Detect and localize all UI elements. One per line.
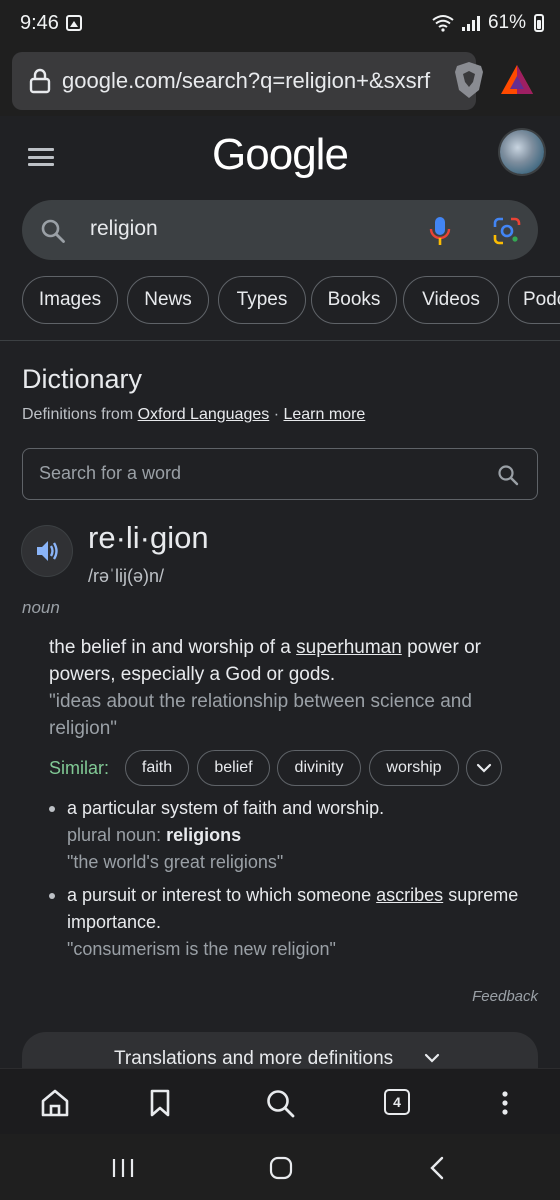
superhuman-link[interactable]: superhuman <box>296 637 402 658</box>
gallery-notification-icon <box>66 15 82 31</box>
phonetic: /rəˈlij(ə)n/ <box>88 566 165 586</box>
divider <box>0 340 560 341</box>
feedback-link[interactable]: Feedback <box>472 988 538 1005</box>
chevron-down-icon <box>424 1053 440 1063</box>
chip-news[interactable]: News <box>127 276 209 324</box>
dictionary-title: Dictionary <box>22 364 143 394</box>
chip-images[interactable]: Images <box>22 276 118 324</box>
home-button-icon[interactable] <box>268 1156 294 1180</box>
pronunciation-button[interactable] <box>22 526 72 576</box>
definition-3: a pursuit or interest to which someone a… <box>49 882 519 963</box>
back-icon[interactable] <box>426 1156 450 1180</box>
google-header: Google <box>0 116 560 196</box>
google-lens-icon[interactable] <box>492 216 522 246</box>
definition-2-example: "the world's great religions" <box>67 852 284 872</box>
word-search-field[interactable]: Search for a word <box>22 448 538 500</box>
bookmark-icon[interactable] <box>140 1083 180 1123</box>
browser-toolbar: google.com/search?q=religion+&sxsrf <box>0 46 560 116</box>
ascribes-link[interactable]: ascribes <box>376 885 443 905</box>
system-navigation-bar <box>0 1134 560 1200</box>
speaker-icon <box>37 541 58 561</box>
wifi-icon <box>432 15 454 32</box>
search-input[interactable]: religion <box>90 217 158 241</box>
search-icon[interactable] <box>260 1083 300 1123</box>
definition-2: a particular system of faith and worship… <box>49 795 519 876</box>
headword: re·li·gion <box>88 520 209 555</box>
more-options-icon[interactable] <box>485 1083 525 1123</box>
word-search-placeholder[interactable]: Search for a word <box>39 463 181 484</box>
definition-1-example: "ideas about the relationship between sc… <box>49 691 472 739</box>
chip-videos[interactable]: Videos <box>403 276 499 324</box>
search-filter-chips: Images News Types Books Videos Podc <box>22 276 560 328</box>
tabs-button[interactable]: 4 <box>378 1083 418 1123</box>
battery-icon <box>534 14 544 32</box>
definition-3-example: "consumerism is the new religion" <box>67 939 336 959</box>
tab-count[interactable]: 4 <box>384 1089 410 1115</box>
brave-shields-icon[interactable] <box>452 60 486 100</box>
battery-percent: 61% <box>487 12 526 33</box>
chip-types[interactable]: Types <box>218 276 306 324</box>
browser-bottom-nav: 4 <box>0 1068 560 1135</box>
bullet <box>49 806 55 812</box>
similar-label: Similar: <box>49 758 110 778</box>
more-synonyms-button[interactable] <box>466 750 502 786</box>
status-indicators: 61% <box>432 12 544 34</box>
google-logo[interactable]: Google <box>0 130 560 180</box>
recent-apps-icon[interactable] <box>110 1156 136 1180</box>
synonym-chip[interactable]: divinity <box>277 750 361 786</box>
signal-icon <box>461 15 480 31</box>
search-icon <box>41 219 65 243</box>
part-of-speech: noun <box>22 598 60 617</box>
search-icon[interactable] <box>497 464 519 486</box>
learn-more-link[interactable]: Learn more <box>283 406 365 423</box>
search-bar[interactable]: religion <box>22 200 538 260</box>
dictionary-source: Definitions from Oxford Languages · Lear… <box>22 406 366 423</box>
chip-books[interactable]: Books <box>311 276 397 324</box>
oxford-languages-link[interactable]: Oxford Languages <box>138 406 270 423</box>
home-icon[interactable] <box>35 1083 75 1123</box>
synonym-chip[interactable]: worship <box>369 750 459 786</box>
microphone-icon[interactable] <box>428 215 452 247</box>
bullet <box>49 893 55 899</box>
translations-label[interactable]: Translations and more definitions <box>114 1048 393 1070</box>
chevron-down-icon <box>476 763 492 773</box>
definition-1: the belief in and worship of a superhuma… <box>49 637 481 685</box>
avatar[interactable] <box>500 130 544 174</box>
synonym-chip[interactable]: belief <box>197 750 270 786</box>
synonym-chip[interactable]: faith <box>125 750 189 786</box>
status-bar: 9:46 61% <box>0 0 560 46</box>
chip-podcasts[interactable]: Podc <box>508 276 560 324</box>
brave-rewards-icon[interactable] <box>498 62 536 98</box>
status-time: 9:46 <box>20 12 59 34</box>
url-text[interactable]: google.com/search?q=religion+&sxsrf <box>62 68 442 94</box>
address-bar[interactable]: google.com/search?q=religion+&sxsrf <box>12 52 483 110</box>
lock-icon[interactable] <box>28 68 52 94</box>
